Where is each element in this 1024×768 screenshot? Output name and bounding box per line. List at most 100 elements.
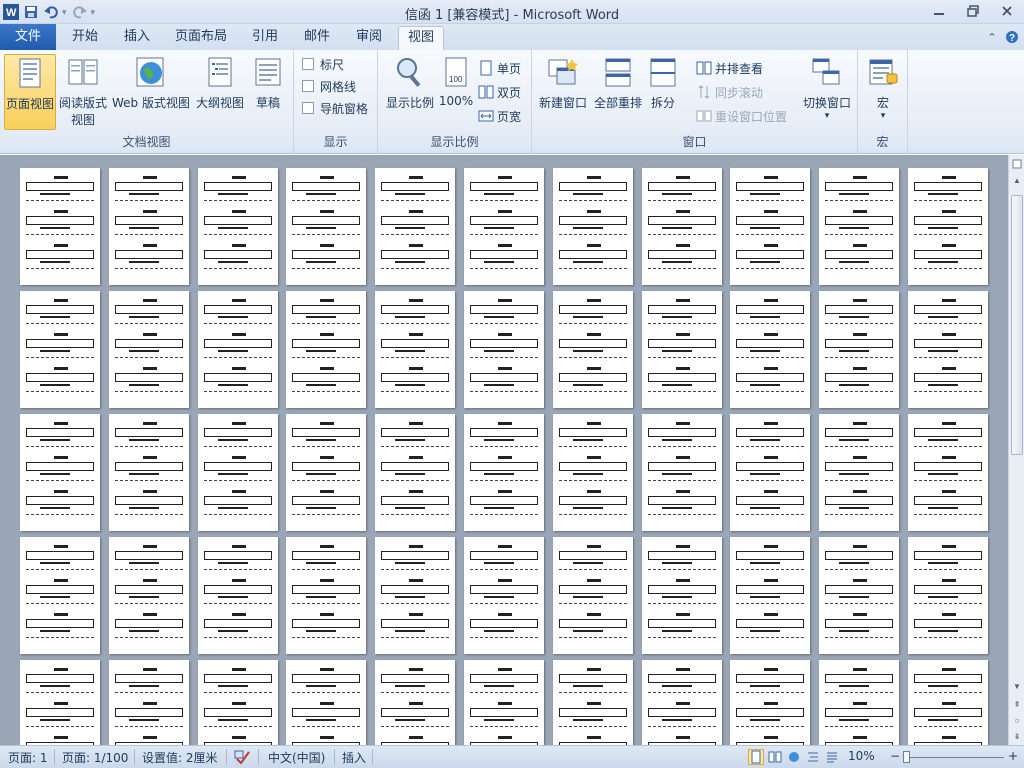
status-language[interactable]: 中文(中国) <box>268 749 325 766</box>
document-page-thumbnail[interactable] <box>464 291 544 408</box>
document-page-thumbnail[interactable] <box>109 660 189 745</box>
browse-object-icon[interactable]: ○ <box>1010 713 1024 727</box>
scroll-up-icon[interactable]: ▲ <box>1010 173 1024 187</box>
proofing-icon[interactable] <box>234 749 252 768</box>
view-outline-icon[interactable] <box>805 749 821 765</box>
tab-review[interactable]: 审阅 <box>348 26 390 50</box>
document-page-thumbnail[interactable] <box>375 660 455 745</box>
outline-button[interactable]: 大纲视图 <box>194 54 246 130</box>
document-page-thumbnail[interactable] <box>730 168 810 285</box>
zoom-out-button[interactable]: − <box>888 749 902 763</box>
document-page-thumbnail[interactable] <box>375 414 455 531</box>
document-page-thumbnail[interactable] <box>908 168 988 285</box>
status-setting[interactable]: 设置值: 2厘米 <box>142 749 218 766</box>
view-full-reading-icon[interactable] <box>767 749 783 765</box>
view-side-by-side-button[interactable]: 并排查看 <box>696 58 763 78</box>
document-page-thumbnail[interactable] <box>908 414 988 531</box>
document-page-thumbnail[interactable] <box>286 660 366 745</box>
document-page-thumbnail[interactable] <box>553 660 633 745</box>
two-pages-button[interactable]: 双页 <box>478 82 521 102</box>
document-page-thumbnail[interactable] <box>375 168 455 285</box>
tab-file[interactable]: 文件 <box>0 24 56 50</box>
reset-window-position-button[interactable]: 重设窗口位置 <box>696 106 787 126</box>
document-page-thumbnail[interactable] <box>553 291 633 408</box>
zoom-slider-thumb[interactable] <box>903 751 910 763</box>
scroll-thumb[interactable] <box>1011 195 1023 455</box>
document-page-thumbnail[interactable] <box>375 291 455 408</box>
document-page-thumbnail[interactable] <box>20 660 100 745</box>
scroll-down-icon[interactable]: ▼ <box>1010 679 1024 693</box>
document-page-thumbnail[interactable] <box>20 537 100 654</box>
status-insert-mode[interactable]: 插入 <box>342 749 366 766</box>
document-page-thumbnail[interactable] <box>819 168 899 285</box>
print-layout-button[interactable]: 页面视图 <box>4 54 56 130</box>
document-page-thumbnail[interactable] <box>553 168 633 285</box>
document-page-thumbnail[interactable] <box>375 537 455 654</box>
macros-button[interactable]: 宏 ▾ <box>864 54 902 130</box>
document-page-thumbnail[interactable] <box>642 537 722 654</box>
view-print-layout-icon[interactable] <box>748 749 764 765</box>
document-page-thumbnail[interactable] <box>198 168 278 285</box>
document-page-thumbnail[interactable] <box>819 660 899 745</box>
view-web-layout-icon[interactable] <box>786 749 802 765</box>
document-page-thumbnail[interactable] <box>198 537 278 654</box>
zoom-100-button[interactable]: 100 100% <box>438 54 474 130</box>
document-page-thumbnail[interactable] <box>642 291 722 408</box>
ruler-check-box[interactable] <box>302 58 314 70</box>
document-page-thumbnail[interactable] <box>109 414 189 531</box>
document-page-thumbnail[interactable] <box>730 291 810 408</box>
tab-references[interactable]: 引用 <box>244 26 286 50</box>
tab-view[interactable]: 视图 <box>398 26 444 50</box>
next-page-icon[interactable]: ⇟ <box>1010 729 1024 743</box>
document-page-thumbnail[interactable] <box>464 414 544 531</box>
document-page-thumbnail[interactable] <box>642 414 722 531</box>
document-page-thumbnail[interactable] <box>819 414 899 531</box>
document-page-thumbnail[interactable] <box>286 168 366 285</box>
document-page-thumbnail[interactable] <box>109 291 189 408</box>
document-page-thumbnail[interactable] <box>819 537 899 654</box>
restore-icon[interactable] <box>956 0 990 22</box>
draft-button[interactable]: 草稿 <box>248 54 288 130</box>
tab-mailings[interactable]: 邮件 <box>296 26 338 50</box>
document-page-thumbnail[interactable] <box>286 537 366 654</box>
document-page-thumbnail[interactable] <box>198 291 278 408</box>
ruler-toggle-icon[interactable] <box>1010 157 1024 171</box>
document-page-thumbnail[interactable] <box>109 537 189 654</box>
zoom-in-button[interactable]: + <box>1006 749 1020 763</box>
navigation-pane-check-box[interactable] <box>302 102 314 114</box>
document-page-thumbnail[interactable] <box>198 660 278 745</box>
previous-page-icon[interactable]: ⇞ <box>1010 697 1024 711</box>
document-page-thumbnail[interactable] <box>908 291 988 408</box>
navigation-pane-checkbox[interactable]: 导航窗格 <box>302 98 368 118</box>
arrange-all-button[interactable]: 全部重排 <box>590 54 646 130</box>
vertical-scrollbar[interactable]: ▲ ▼ ⇞ ○ ⇟ <box>1008 155 1024 745</box>
view-draft-icon[interactable] <box>824 749 840 765</box>
document-page-thumbnail[interactable] <box>20 291 100 408</box>
synchronous-scrolling-button[interactable]: 同步滚动 <box>696 82 763 102</box>
zoom-slider-track[interactable] <box>908 757 1004 758</box>
gridlines-check-box[interactable] <box>302 80 314 92</box>
web-layout-button[interactable]: Web 版式视图 <box>110 54 192 130</box>
document-page-thumbnail[interactable] <box>286 291 366 408</box>
document-page-thumbnail[interactable] <box>464 660 544 745</box>
ruler-checkbox[interactable]: 标尺 <box>302 54 344 74</box>
document-page-thumbnail[interactable] <box>20 414 100 531</box>
document-page-thumbnail[interactable] <box>553 414 633 531</box>
document-page-thumbnail[interactable] <box>642 168 722 285</box>
status-page-count[interactable]: 页面: 1/100 <box>62 749 128 766</box>
zoom-level[interactable]: 10% <box>848 749 875 763</box>
document-page-thumbnail[interactable] <box>286 414 366 531</box>
document-page-thumbnail[interactable] <box>642 660 722 745</box>
document-page-thumbnail[interactable] <box>20 168 100 285</box>
document-page-thumbnail[interactable] <box>730 537 810 654</box>
new-window-button[interactable]: 新建窗口 <box>536 54 590 130</box>
status-page[interactable]: 页面: 1 <box>8 749 48 766</box>
document-page-thumbnail[interactable] <box>109 168 189 285</box>
document-page-thumbnail[interactable] <box>553 537 633 654</box>
document-page-thumbnail[interactable] <box>819 291 899 408</box>
document-page-thumbnail[interactable] <box>730 660 810 745</box>
close-icon[interactable] <box>990 0 1024 22</box>
one-page-button[interactable]: 单页 <box>478 58 521 78</box>
tab-insert[interactable]: 插入 <box>114 26 160 50</box>
document-page-thumbnail[interactable] <box>464 537 544 654</box>
